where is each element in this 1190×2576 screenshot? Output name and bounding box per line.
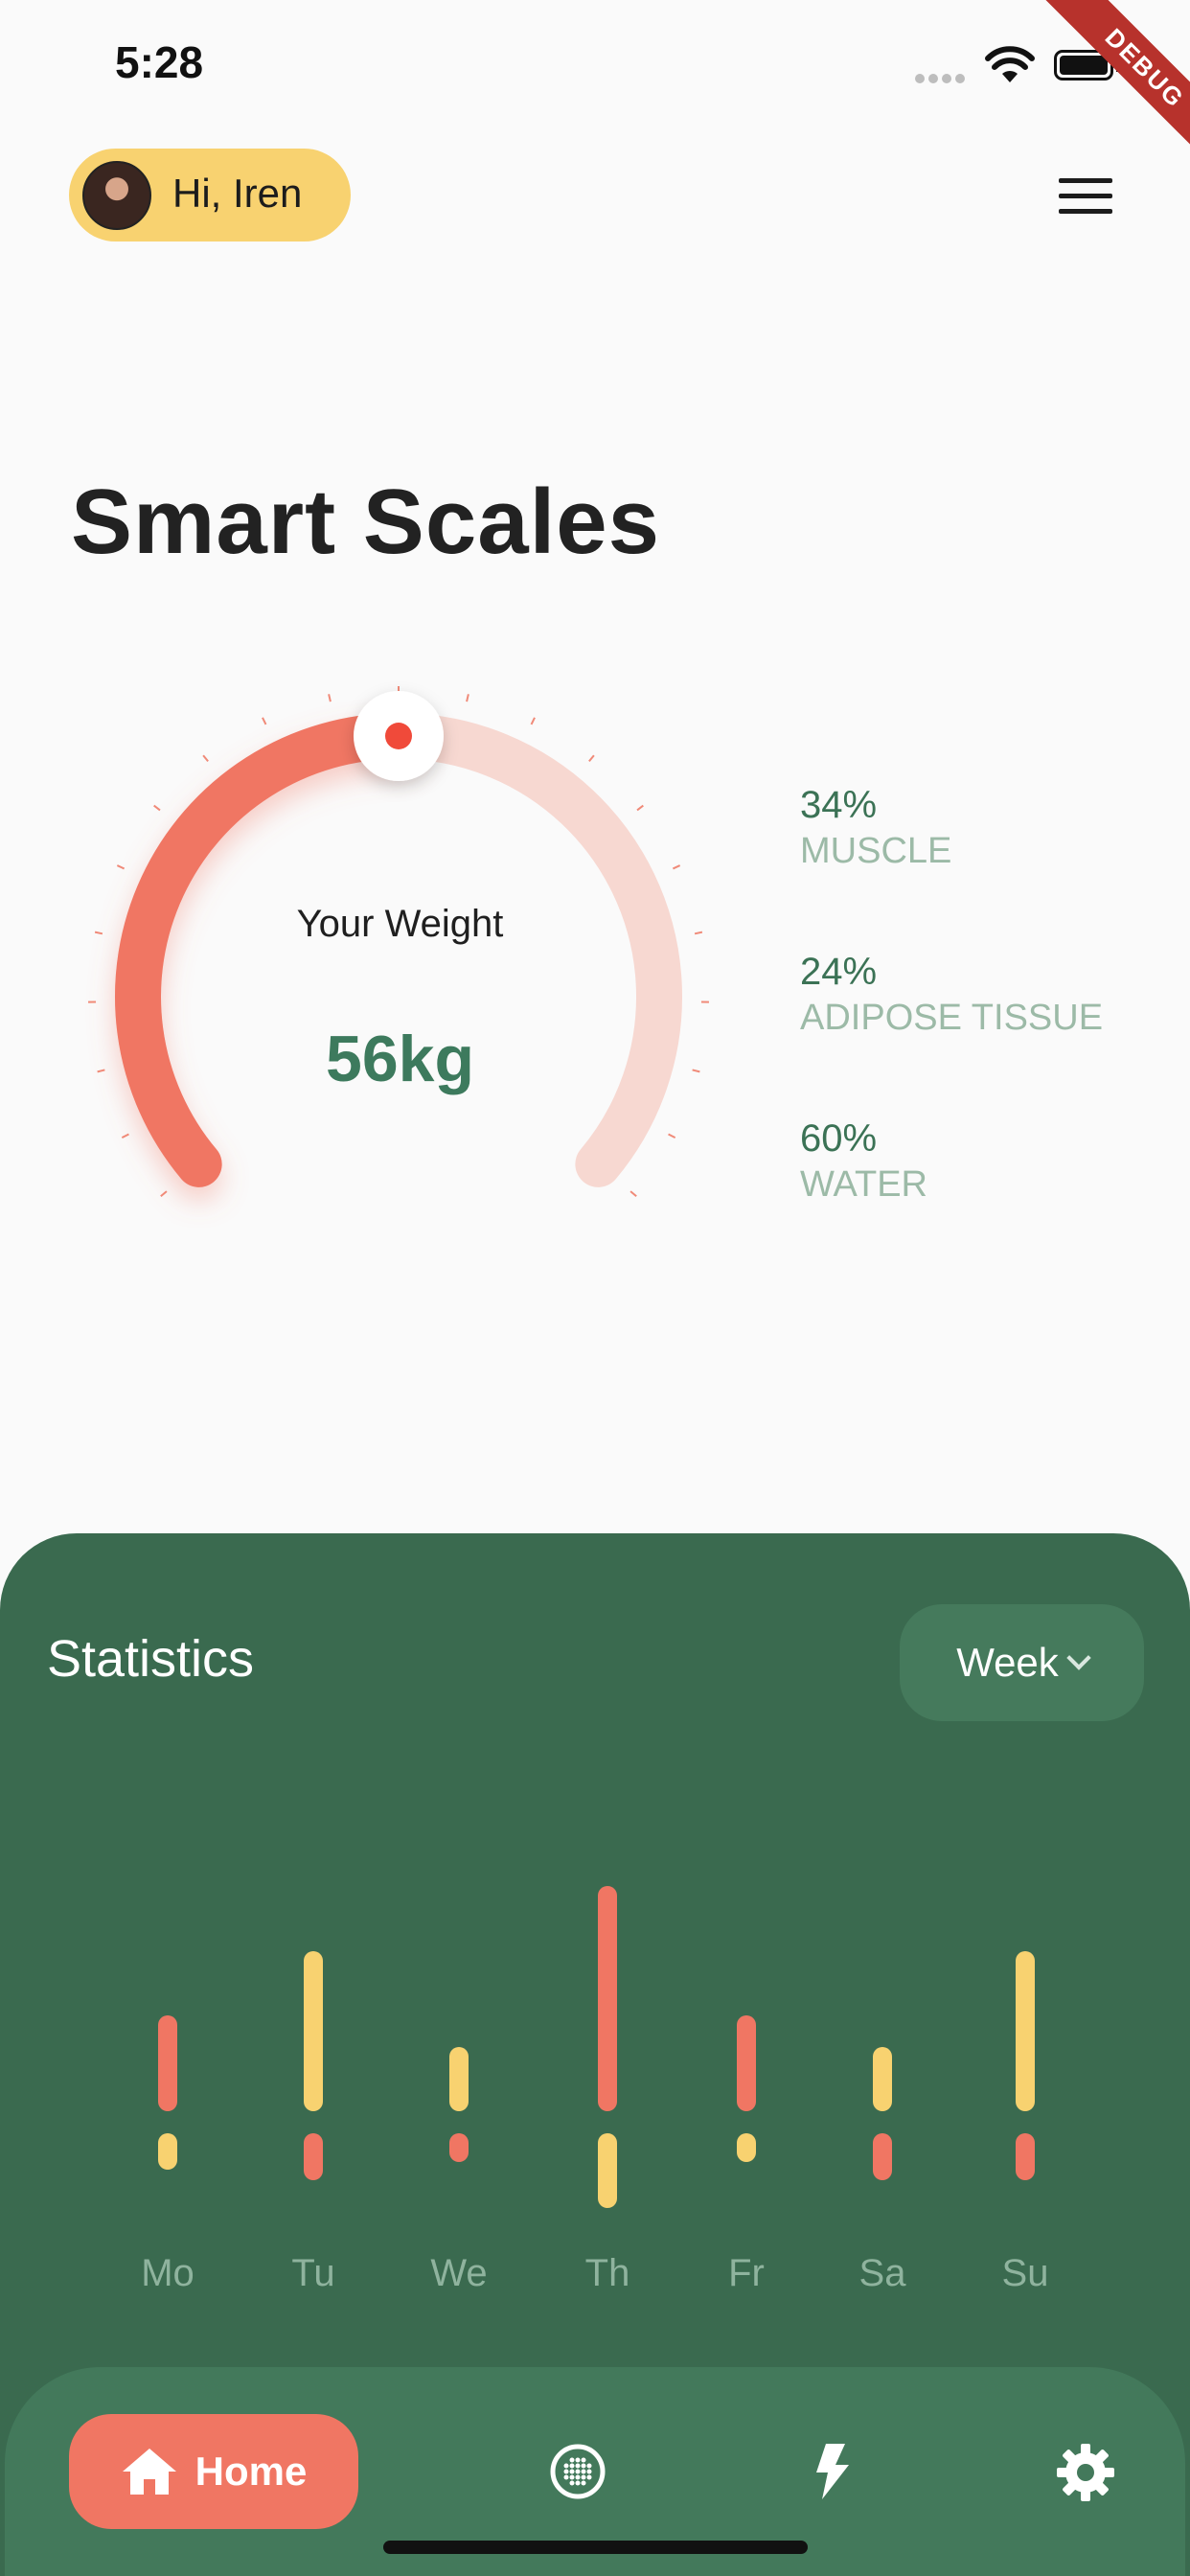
stat-percent: 24% <box>800 951 878 993</box>
stat-adipose: 24% ADIPOSE TISSUE <box>800 951 1103 1039</box>
weight-label: Your Weight <box>296 903 504 945</box>
statistics-title: Statistics <box>47 1630 255 1688</box>
bar-upper <box>449 2047 469 2111</box>
gauge-tick <box>153 804 161 812</box>
status-time: 5:28 <box>115 37 204 87</box>
gauge-tick <box>629 1190 637 1198</box>
greeting-text: Hi, Iren <box>172 171 303 216</box>
bar-lower <box>304 2133 323 2180</box>
gauge-tick <box>588 754 595 763</box>
stat-muscle: 34% MUSCLE <box>800 784 951 872</box>
home-indicator <box>383 2541 808 2554</box>
gauge-knob[interactable] <box>354 691 444 781</box>
bar-upper <box>1016 1951 1035 2111</box>
day-label: Su <box>1001 2252 1049 2294</box>
globe-icon[interactable] <box>548 2442 607 2501</box>
gauge-tick <box>202 754 209 763</box>
gauge-tick <box>668 1133 676 1138</box>
stat-label: MUSCLE <box>800 831 952 871</box>
day-label: Fr <box>728 2252 765 2294</box>
period-label: Week <box>956 1640 1059 1685</box>
stat-label: WATER <box>800 1164 927 1205</box>
bar-upper <box>598 1886 617 2111</box>
stat-percent: 60% <box>800 1117 878 1160</box>
home-icon <box>122 2449 176 2495</box>
gauge-tick <box>692 1069 700 1073</box>
gauge-tick <box>466 694 469 702</box>
avatar[interactable] <box>82 161 151 230</box>
gauge-tick <box>694 931 703 935</box>
lightning-icon[interactable] <box>812 2442 851 2501</box>
settings-gear-icon[interactable] <box>1055 2442 1116 2503</box>
gauge-tick <box>328 694 332 702</box>
gauge-tick <box>530 717 536 725</box>
gauge-tick <box>97 1069 105 1073</box>
gauge-tick <box>636 804 644 812</box>
period-dropdown[interactable]: Week <box>900 1604 1144 1721</box>
page-title: Smart Scales <box>71 471 661 573</box>
nav-home-button[interactable]: Home <box>69 2414 358 2529</box>
bar-upper <box>737 2015 756 2111</box>
hamburger-menu-icon[interactable] <box>1059 178 1112 217</box>
gauge-tick <box>121 1133 129 1138</box>
stat-water: 60% WATER <box>800 1117 927 1206</box>
bar-upper <box>158 2015 177 2111</box>
day-label: Th <box>584 2252 630 2294</box>
stat-label: ADIPOSE TISSUE <box>800 998 1104 1038</box>
gauge-tick <box>116 864 126 870</box>
weight-value: 56kg <box>326 1023 474 1095</box>
gauge-progress <box>115 713 422 1187</box>
day-label: We <box>430 2252 488 2294</box>
bar-upper <box>304 1951 323 2111</box>
day-label: Tu <box>291 2252 335 2294</box>
gauge-tick <box>672 864 681 870</box>
nav-home-label: Home <box>195 2449 308 2494</box>
bar-lower <box>598 2133 617 2208</box>
bar-lower <box>873 2133 892 2180</box>
debug-banner-label: DEBUG <box>1044 0 1190 169</box>
bar-upper <box>873 2047 892 2111</box>
debug-banner: DEBUG <box>1006 0 1190 184</box>
day-label: Sa <box>858 2252 906 2294</box>
bar-lower <box>449 2133 469 2162</box>
bar-lower <box>1016 2133 1035 2180</box>
day-label: Mo <box>141 2252 195 2294</box>
cellular-signal-icon <box>915 71 969 88</box>
stat-percent: 34% <box>800 784 878 826</box>
gauge-tick <box>160 1190 168 1198</box>
chevron-down-icon <box>1066 1645 1091 1670</box>
bar-lower <box>737 2133 756 2162</box>
weight-gauge[interactable] <box>0 623 767 1294</box>
gauge-tick <box>262 717 267 725</box>
bar-lower <box>158 2133 177 2170</box>
gauge-tick <box>94 931 103 935</box>
